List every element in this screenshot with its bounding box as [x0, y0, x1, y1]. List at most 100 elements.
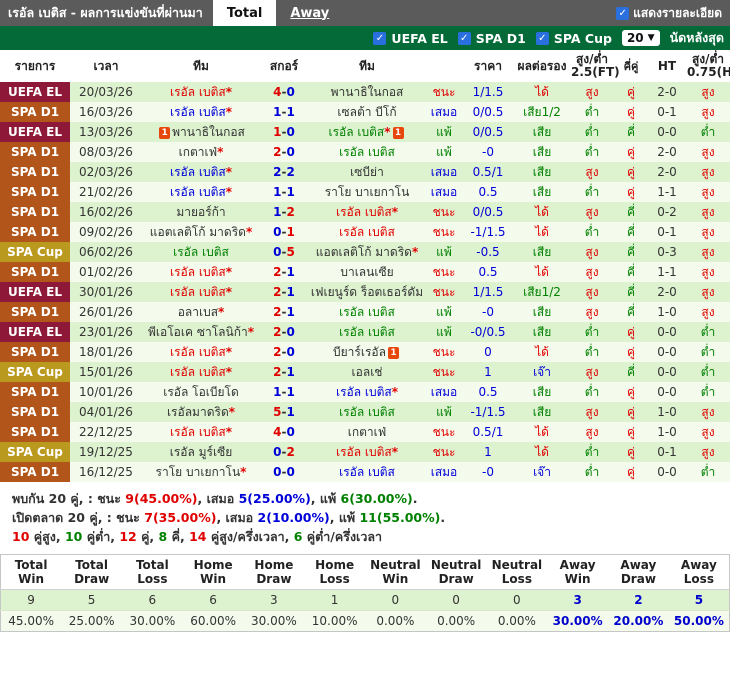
summary-segment: เปิดตลาด 20 คู่, : ชนะ — [12, 510, 144, 525]
home-team-name[interactable]: เรอัล เบติส — [170, 425, 226, 439]
away-team-name[interactable]: เกตาเฟ่ — [348, 425, 387, 439]
over-under-ht-cell: สูง — [686, 202, 730, 222]
score-cell: 2-0 — [260, 142, 308, 162]
match-date: 10/01/26 — [70, 382, 142, 402]
favorite-star-icon: * — [384, 125, 390, 139]
odd-even-cell: คี่ — [614, 362, 648, 382]
away-team-name[interactable]: เรอัล เบติส — [339, 405, 395, 419]
over-under-ht-text: สูง — [701, 405, 714, 419]
checkbox-checked-icon[interactable]: ✓ — [458, 32, 471, 45]
home-team-name[interactable]: เรอัล โอเบียโด — [163, 385, 239, 399]
stats-table: Total WinTotal DrawTotal LossHome WinHom… — [0, 554, 730, 632]
ht-score-cell: 1-0 — [648, 422, 686, 442]
odd-even-text: คี่ — [627, 265, 635, 279]
home-team-name[interactable]: อลาเบส — [178, 305, 218, 319]
over-under-ft-text: ต่ำ — [585, 325, 600, 339]
handicap-result-text: ได้ — [535, 225, 549, 239]
away-team-name[interactable]: เรอัล เบติส — [339, 145, 395, 159]
home-team-name[interactable]: เรอัล เบติส — [170, 105, 226, 119]
checkbox-checked-icon[interactable]: ✓ — [616, 7, 629, 20]
filter-spa-d1[interactable]: ✓ SPA D1 — [458, 31, 526, 46]
away-team-cell: เซบีย่า*1 — [308, 162, 426, 182]
show-details-toggle[interactable]: ✓ แสดงรายละเอียด — [616, 0, 730, 26]
result-cell: ชนะ — [426, 222, 462, 242]
tab-away[interactable]: Away — [276, 0, 343, 26]
home-team-cell: 1เรอัล เบติส* — [142, 342, 260, 362]
home-team-cell: 1พานาธิในกอส* — [142, 122, 260, 142]
home-team-name[interactable]: เกตาเฟ่ — [179, 145, 218, 159]
handicap-result-cell: เสีย1/2 — [514, 282, 570, 302]
home-team-name[interactable]: เรอัล เบติส — [170, 365, 226, 379]
competition-badge: SPA Cup — [0, 362, 70, 382]
favorite-star-icon: * — [226, 285, 232, 299]
page-title: เรอัล เบติส - ผลการแข่งขันที่ผ่านมา — [0, 3, 213, 23]
over-under-ft-text: ต่ำ — [585, 465, 600, 479]
handicap-result-cell: เสีย — [514, 302, 570, 322]
match-row: UEFA EL 13/03/26 1พานาธิในกอส* 1-0 เรอัล… — [0, 122, 730, 142]
price-cell: -0 — [462, 302, 514, 322]
over-under-ht-text: สูง — [701, 425, 714, 439]
home-team-name[interactable]: แอตเลติโก้ มาดริด — [150, 225, 246, 239]
away-team-name[interactable]: เรอัล เบติส — [328, 125, 384, 139]
checkbox-checked-icon[interactable]: ✓ — [536, 32, 549, 45]
summary-segment: 2(10.00%) — [258, 510, 330, 525]
stats-count-value: 9 — [1, 590, 62, 611]
result-cell: เสมอ — [426, 162, 462, 182]
over-under-ft-cell: สูง — [570, 162, 614, 182]
match-count-select[interactable]: 20 ▼ — [622, 30, 660, 46]
home-team-name[interactable]: ราโย บาเยกาโน — [156, 465, 241, 479]
away-team-name[interactable]: เรอัล เบติส — [336, 205, 392, 219]
odd-even-cell: คู่ — [614, 142, 648, 162]
home-team-name[interactable]: เรอัล เบติส — [170, 165, 226, 179]
result-cell: เสมอ — [426, 102, 462, 122]
away-team-name[interactable]: แอตเลติโก้ มาดริด — [316, 245, 412, 259]
home-team-name[interactable]: เรอัล เบติส — [170, 265, 226, 279]
away-team-name[interactable]: ราโย บาเยกาโน — [325, 185, 410, 199]
home-team-name[interactable]: มายอร์ก้า — [176, 205, 225, 219]
away-score: 1 — [286, 365, 294, 379]
home-team-name[interactable]: เรอัล เบติส — [173, 245, 229, 259]
away-team-name[interactable]: บาเลนเซีย — [340, 265, 393, 279]
handicap-result-text: เสีย — [533, 165, 551, 179]
col-away-team: ทีม — [308, 50, 426, 82]
odd-even-text: คู่ — [627, 145, 635, 159]
home-team-name[interactable]: เรอัล เบติส — [170, 85, 226, 99]
home-team-name[interactable]: เรอัล มูร์เซีย — [170, 445, 233, 459]
away-team-name[interactable]: เรอัล เบติส — [339, 465, 395, 479]
away-team-name[interactable]: เซบีย่า — [350, 165, 384, 179]
home-team-cell: 1พีเอโอเค ซาโลนิก้า* — [142, 322, 260, 342]
filter-spa-cup[interactable]: ✓ SPA Cup — [536, 31, 612, 46]
ht-score-cell: 0-0 — [648, 362, 686, 382]
price-cell: 0.5/1 — [462, 422, 514, 442]
checkbox-checked-icon[interactable]: ✓ — [373, 32, 386, 45]
handicap-result-cell: เสีย1/2 — [514, 102, 570, 122]
away-team-name[interactable]: เซลต้า บีโก้ — [337, 105, 396, 119]
away-team-name[interactable]: เรอัล เบติส — [336, 445, 392, 459]
home-team-name[interactable]: เรอัล เบติส — [170, 285, 226, 299]
handicap-result-text: เสีย — [533, 245, 551, 259]
home-team-name[interactable]: เรอัล เบติส — [170, 185, 226, 199]
over-under-ht-text: สูง — [701, 165, 714, 179]
away-team-name[interactable]: เรอัล เบติส — [339, 225, 395, 239]
over-under-ft-text: ต่ำ — [585, 125, 600, 139]
away-team-name[interactable]: เรอัล เบติส — [339, 305, 395, 319]
odd-even-text: คู่ — [627, 405, 635, 419]
filter-uefa-el[interactable]: ✓ UEFA EL — [373, 31, 447, 46]
home-team-name[interactable]: เรอัล เบติส — [170, 345, 226, 359]
away-team-name[interactable]: เฟเยนูร์ด ร็อตเธอร์ดัม — [311, 285, 423, 299]
away-team-name[interactable]: เรอัล เบติส — [336, 385, 392, 399]
handicap-result-cell: เสีย — [514, 242, 570, 262]
home-team-cell: 1เรอัล มูร์เซีย* — [142, 442, 260, 462]
home-team-name[interactable]: พีเอโอเค ซาโลนิก้า — [148, 325, 248, 339]
home-team-name[interactable]: พานาธิในกอส — [172, 125, 245, 139]
odd-even-cell: คี่ — [614, 222, 648, 242]
away-team-name[interactable]: บียาร์เรอัล — [333, 345, 386, 359]
tab-total[interactable]: Total — [213, 0, 277, 26]
away-team-name[interactable]: เอลเช่ — [352, 365, 383, 379]
odd-even-text: คี่ — [627, 285, 635, 299]
away-team-name[interactable]: พานาธิในกอส — [331, 85, 404, 99]
filter-uefa-el-label: UEFA EL — [391, 31, 447, 46]
away-team-name[interactable]: เรอัล เบติส — [339, 325, 395, 339]
handicap-result-text: เจ๊า — [533, 365, 551, 379]
home-team-name[interactable]: เรอัลมาดริด — [167, 405, 229, 419]
